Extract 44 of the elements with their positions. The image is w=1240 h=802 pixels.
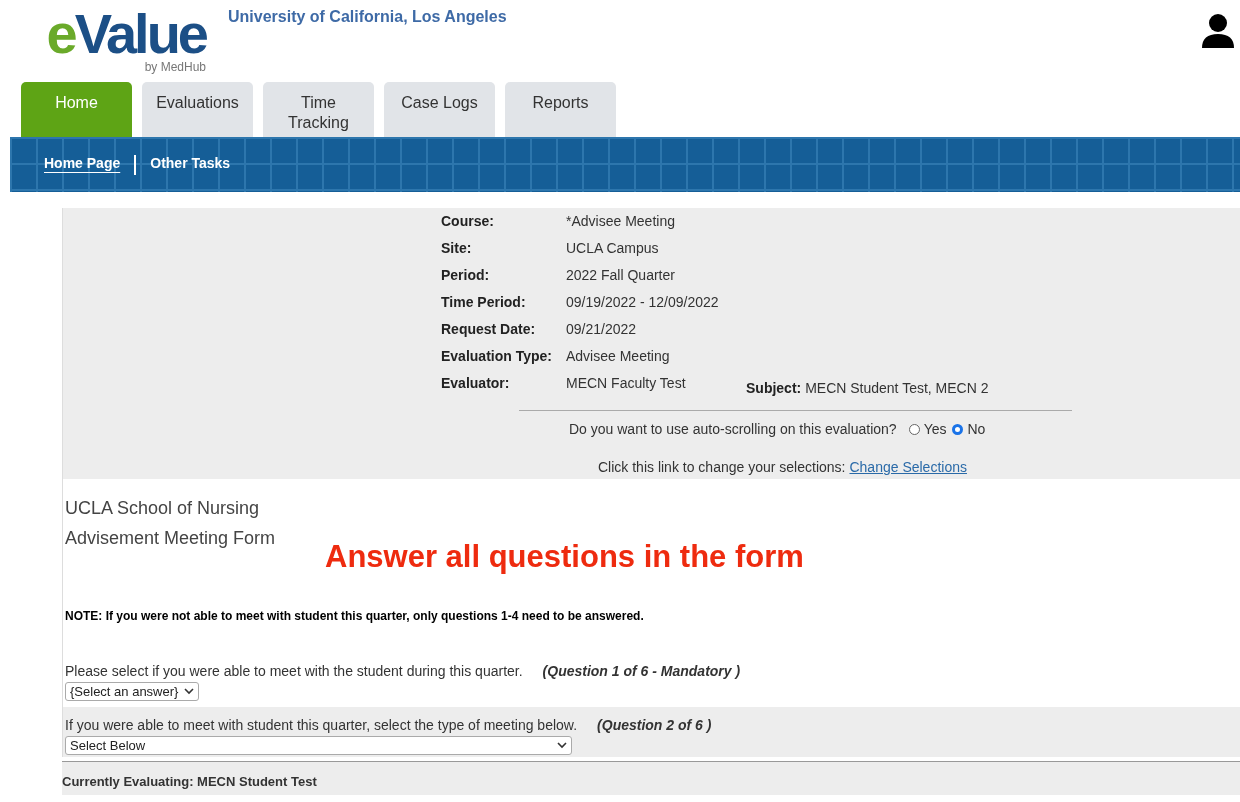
question-text: If you were able to meet with student this quarter, select the type of meeting below. [65, 717, 578, 733]
nav-tab[interactable]: Reports [505, 82, 616, 137]
answer-dropdown[interactable]: {Select an answer} [65, 682, 200, 701]
field-value: MECN Faculty Test [566, 375, 687, 393]
nav-tab[interactable]: Case Logs [384, 82, 495, 137]
field-label: Evaluation Type: [441, 348, 553, 366]
field-label: Course: [441, 213, 495, 231]
logo-tagline: by MedHub [144, 60, 206, 74]
radio-button[interactable] [908, 423, 920, 435]
answer-dropdown[interactable]: Select Below [65, 736, 572, 755]
field-label: Time Period: [441, 294, 527, 312]
chevron-down-icon [557, 742, 567, 749]
nav-link[interactable]: Home Page [44, 155, 121, 174]
field-value: 2022 Fall Quarter [566, 267, 676, 285]
field-label: Request Date: [441, 321, 537, 339]
instruction-text: Click this link to change your selections: [598, 459, 846, 475]
field-value: Advisee Meeting [566, 348, 671, 366]
nav-link[interactable]: Other Tasks [150, 155, 231, 174]
radio-button[interactable] [952, 423, 964, 435]
field-value: *Advisee Meeting [566, 213, 676, 231]
note-text: NOTE: If you were not able to meet with student this quarter, only questions 1-4 need to be answered. [65, 609, 645, 623]
radio-label: Yes [923, 421, 947, 437]
question-text: Do you want to use auto-scrolling on this evaluation? [569, 421, 897, 437]
instruction-heading: Answer all questions in the form [325, 539, 804, 575]
field-label: Site: [441, 240, 473, 258]
chevron-down-icon [184, 688, 195, 695]
field-label: Evaluator: [441, 375, 511, 393]
nav-tab[interactable]: Time Tracking [263, 82, 374, 137]
question-number: (Question 1 of 6 - Mandatory ) [542, 663, 741, 679]
logo: eValue [46, 8, 206, 60]
institution-name: University of California, Los Angeles [228, 8, 507, 26]
field-label: Period: [441, 267, 491, 285]
field-value: 09/19/2022 - 12/09/2022 [566, 294, 720, 312]
field-value: UCLA Campus [566, 240, 660, 258]
school-name: UCLA School of Nursing [65, 497, 261, 520]
subject-text: Subject: MECN Student Test, MECN 2 [746, 379, 990, 396]
field-value: 09/21/2022 [566, 321, 638, 339]
change-selections-link[interactable]: Change Selections [849, 459, 967, 475]
form-title: Advisement Meeting Form [65, 527, 277, 550]
current-evaluation-text: Currently Evaluating: MECN Student Test [62, 761, 1240, 795]
nav-tab[interactable]: Evaluations [142, 82, 253, 137]
question-text: Please select if you were able to meet with the student during this quarter. [65, 663, 523, 679]
radio-label: No [967, 421, 986, 437]
question-number: (Question 2 of 6 ) [597, 717, 712, 733]
